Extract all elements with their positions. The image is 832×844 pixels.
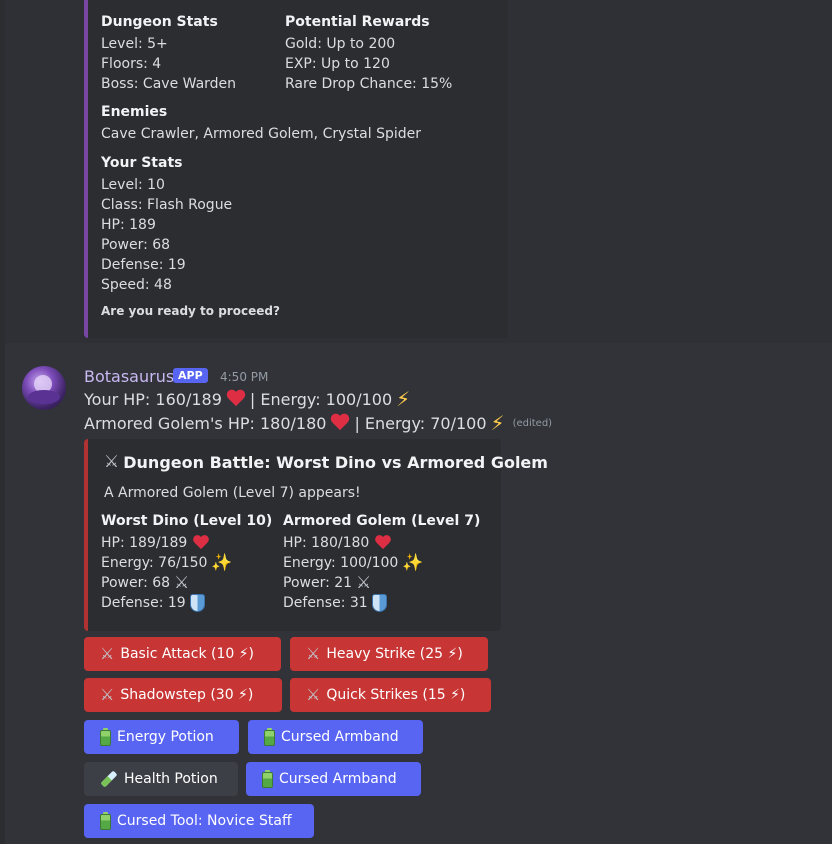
your-stat-line: Defense: 19 (101, 257, 186, 273)
crossed-swords-icon: ⚔ (174, 572, 190, 593)
player-power: Power: 68 (101, 575, 171, 591)
heavy-strike-button[interactable]: ⚔ Heavy Strike (25 ⚡) (290, 637, 488, 671)
battery-icon (262, 770, 273, 788)
enemy-name: Armored Golem (Level 7) (283, 513, 481, 529)
edited-label: (edited) (512, 417, 553, 429)
cursed-armband-label: Cursed Armband (281, 729, 399, 745)
cursed-armband-button[interactable]: Cursed Armband (248, 720, 423, 754)
crossed-swords-icon: ⚔ (100, 644, 115, 663)
cursed-armband-label-2: Cursed Armband (279, 771, 397, 787)
heart-icon (226, 390, 246, 408)
energy-potion-button[interactable]: Energy Potion (84, 720, 239, 754)
enemy-hp: HP: 180/180 (283, 535, 370, 551)
crossed-swords-icon: ⚔ (306, 644, 321, 663)
player-status-line: Your HP: 160/189 | Energy: 100/100 ⚡ (84, 389, 410, 409)
dungeon-stat-line: Boss: Cave Warden (101, 76, 237, 92)
battery-icon (264, 728, 275, 746)
sparkles-icon: ✨ (402, 552, 424, 573)
crossed-swords-icon: ⚔ (100, 685, 115, 704)
player-energy: Energy: 76/150 (101, 555, 208, 571)
dungeon-stats-values: Level: 5+ Floors: 4 Boss: Cave Warden (101, 34, 236, 94)
your-stat-line: Speed: 48 (101, 277, 172, 293)
enemies-list: Cave Crawler, Armored Golem, Crystal Spi… (101, 126, 422, 142)
quick-strikes-button[interactable]: ⚔ Quick Strikes (15 ⚡) (290, 678, 491, 712)
crossed-swords-icon: ⚔ (306, 685, 321, 704)
shadowstep-label: Shadowstep (30 ⚡) (120, 687, 254, 703)
lightning-icon: ⚡ (396, 387, 411, 411)
battery-icon (100, 812, 111, 830)
potential-rewards-title: Potential Rewards (285, 14, 430, 30)
enemy-hp-text: Armored Golem's HP: 180/180 (84, 413, 327, 433)
app-badge: APP (173, 368, 208, 383)
heart-icon (330, 414, 350, 432)
shield-icon (189, 594, 205, 612)
your-stat-line: Class: Flash Rogue (101, 197, 233, 213)
your-stats-values: Level: 10 Class: Flash Rogue HP: 189 Pow… (101, 175, 232, 295)
battle-title: ⚔ Dungeon Battle: Worst Dino vs Armored … (104, 453, 548, 472)
battery-icon (100, 728, 111, 746)
shadowstep-button[interactable]: ⚔ Shadowstep (30 ⚡) (84, 678, 282, 712)
player-energy-text: | Energy: 100/100 (249, 389, 393, 409)
player-hp-text: Your HP: 160/189 (84, 389, 222, 409)
avatar[interactable] (22, 366, 66, 410)
embed-footer: Are you ready to proceed? (101, 304, 280, 318)
health-potion-button[interactable]: Health Potion (84, 762, 238, 796)
test-tube-icon (96, 766, 121, 791)
heart-icon (375, 535, 392, 550)
lightning-icon: ⚡ (490, 411, 505, 435)
dungeon-stats-title: Dungeon Stats (101, 14, 218, 30)
dungeon-info-embed: Dungeon Stats Level: 5+ Floors: 4 Boss: … (84, 0, 508, 338)
dungeon-stat-line: Floors: 4 (101, 56, 162, 72)
enemy-power: Power: 21 (283, 575, 353, 591)
player-hp: HP: 189/189 (101, 535, 188, 551)
heavy-strike-label: Heavy Strike (25 ⚡) (326, 646, 463, 662)
enemy-defense: Defense: 31 (283, 595, 368, 611)
username[interactable]: Botasaurus (84, 367, 174, 386)
cursed-tool-label: Cursed Tool: Novice Staff (117, 813, 292, 829)
reward-line: Gold: Up to 200 (285, 36, 396, 52)
your-stat-line: Level: 10 (101, 177, 165, 193)
battle-description: A Armored Golem (Level 7) appears! (104, 485, 361, 501)
energy-potion-label: Energy Potion (117, 729, 214, 745)
player-stats: HP: 189/189 Energy: 76/150 ✨ Power: 68 ⚔ D… (101, 533, 233, 613)
cursed-armband-button-2[interactable]: Cursed Armband (246, 762, 421, 796)
reward-line: EXP: Up to 120 (285, 56, 390, 72)
enemies-title: Enemies (101, 104, 168, 120)
enemy-energy: Energy: 100/100 (283, 555, 399, 571)
quick-strikes-label: Quick Strikes (15 ⚡) (326, 687, 466, 703)
heart-icon (193, 535, 210, 550)
player-name: Worst Dino (Level 10) (101, 513, 273, 529)
timestamp[interactable]: 4:50 PM (220, 370, 268, 384)
health-potion-label: Health Potion (124, 771, 218, 787)
reward-line: Rare Drop Chance: 15% (285, 76, 453, 92)
enemy-stats: HP: 180/180 Energy: 100/100 ✨ Power: 21 ⚔ … (283, 533, 424, 613)
player-defense: Defense: 19 (101, 595, 186, 611)
crossed-swords-icon: ⚔ (356, 572, 372, 593)
enemy-status-line: Armored Golem's HP: 180/180 | Energy: 70… (84, 413, 552, 433)
basic-attack-button[interactable]: ⚔ Basic Attack (10 ⚡) (84, 637, 281, 671)
enemy-energy-text: | Energy: 70/100 (354, 413, 487, 433)
potential-rewards-values: Gold: Up to 200 EXP: Up to 120 Rare Drop… (285, 34, 452, 94)
your-stat-line: Power: 68 (101, 237, 171, 253)
battle-embed: ⚔ Dungeon Battle: Worst Dino vs Armored … (84, 439, 548, 631)
battle-title-text: Dungeon Battle: Worst Dino vs Armored Go… (123, 453, 548, 472)
sparkles-icon: ✨ (211, 552, 233, 573)
cursed-tool-button[interactable]: Cursed Tool: Novice Staff (84, 804, 314, 838)
crossed-swords-icon: ⚔ (104, 452, 120, 472)
dungeon-stat-line: Level: 5+ (101, 36, 168, 52)
your-stats-title: Your Stats (101, 155, 183, 171)
basic-attack-label: Basic Attack (10 ⚡) (120, 646, 255, 662)
your-stat-line: HP: 189 (101, 217, 156, 233)
shield-icon (371, 594, 387, 612)
